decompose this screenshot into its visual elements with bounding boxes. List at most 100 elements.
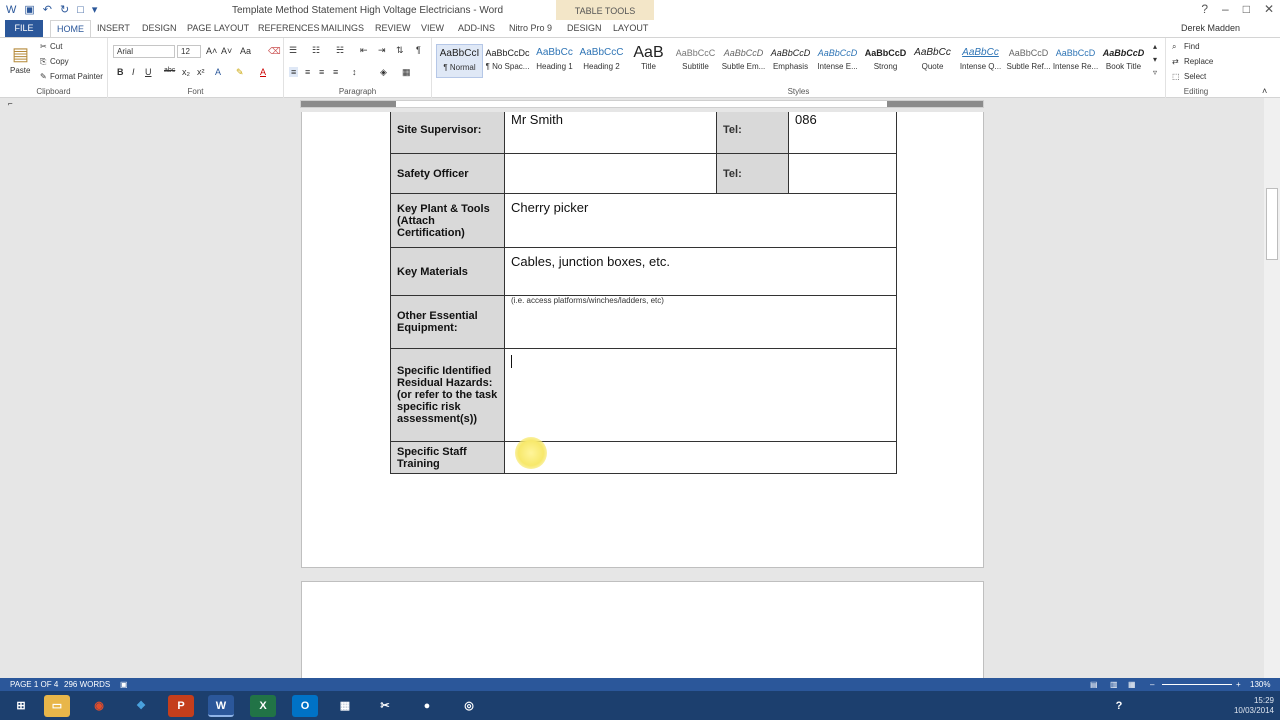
vertical-scrollbar[interactable] xyxy=(1264,98,1280,678)
show-marks-icon[interactable]: ¶ xyxy=(416,45,421,55)
grow-font-icon[interactable]: A˄ xyxy=(206,46,217,56)
find-icon[interactable]: ⌕ xyxy=(1172,42,1176,52)
dropbox-icon[interactable]: ❖ xyxy=(128,695,154,717)
style-normal[interactable]: AaBbCcI ¶ Normal xyxy=(436,44,483,78)
borders-icon[interactable]: ▦ xyxy=(402,67,411,78)
copy-button[interactable]: Copy xyxy=(50,57,69,66)
word-taskbar-icon[interactable]: W xyxy=(208,695,234,717)
select-button[interactable]: Select xyxy=(1184,72,1206,81)
redo-icon[interactable]: ↻ xyxy=(60,3,69,16)
scrollbar-thumb[interactable] xyxy=(1266,188,1278,260)
customize-qat-icon[interactable]: ▾ xyxy=(92,3,98,16)
text-effects-icon[interactable]: A xyxy=(215,67,221,77)
strikethrough-icon[interactable]: abc xyxy=(164,67,175,74)
justify-icon[interactable]: ≡ xyxy=(333,67,338,77)
select-icon[interactable]: ⬚ xyxy=(1172,72,1180,81)
style-subtle-emphasis[interactable]: AaBbCcD Subtle Em... xyxy=(720,44,767,78)
tab-nitro[interactable]: Nitro Pro 9 xyxy=(509,20,552,37)
zoom-slider[interactable] xyxy=(1162,684,1232,685)
recorder-icon[interactable]: ● xyxy=(414,695,440,717)
print-layout-icon[interactable]: ▥ xyxy=(1110,680,1118,689)
key-materials-cell[interactable]: Cables, junction boxes, etc. xyxy=(504,247,897,296)
tab-file[interactable]: FILE xyxy=(5,20,43,37)
other-equipment-cell[interactable]: (i.e. access platforms/winches/ladders, … xyxy=(504,295,897,349)
superscript-icon[interactable]: x² xyxy=(197,67,205,77)
italic-icon[interactable]: I xyxy=(132,67,135,77)
close-icon[interactable]: ✕ xyxy=(1264,2,1274,16)
outlook-icon[interactable]: O xyxy=(292,695,318,717)
font-size-combo[interactable]: 12 xyxy=(177,45,201,58)
tab-home[interactable]: HOME xyxy=(50,20,91,37)
zoom-level[interactable]: 130% xyxy=(1250,680,1270,689)
style-subtle-reference[interactable]: AaBbCcD Subtle Ref... xyxy=(1005,44,1052,78)
copy-icon[interactable]: ⎘ xyxy=(40,57,46,67)
tab-page-layout[interactable]: PAGE LAYOUT xyxy=(187,20,249,37)
tab-insert[interactable]: INSERT xyxy=(97,20,130,37)
underline-icon[interactable]: U xyxy=(145,67,152,77)
tab-review[interactable]: REVIEW xyxy=(375,20,411,37)
site-supervisor-tel-cell[interactable]: 086 xyxy=(788,112,897,154)
hazards-cell[interactable] xyxy=(504,348,897,442)
start-icon[interactable]: ⊞ xyxy=(8,695,34,717)
new-doc-icon[interactable]: □ xyxy=(77,4,84,16)
minimize-icon[interactable]: – xyxy=(1222,2,1229,16)
web-layout-icon[interactable]: ▦ xyxy=(1128,680,1136,689)
file-explorer-icon[interactable]: ▭ xyxy=(44,695,70,717)
style-book-title[interactable]: AaBbCcD Book Title xyxy=(1100,44,1147,78)
save-icon[interactable]: ▣ xyxy=(24,3,34,16)
tab-design[interactable]: DESIGN xyxy=(142,20,177,37)
excel-icon[interactable]: X xyxy=(250,695,276,717)
sort-icon[interactable]: ⇅ xyxy=(396,45,404,56)
undo-icon[interactable]: ↶ xyxy=(43,3,52,16)
format-painter-icon[interactable]: ✎ xyxy=(40,72,47,81)
shrink-font-icon[interactable]: A˅ xyxy=(221,46,232,56)
safety-officer-tel-cell[interactable] xyxy=(788,153,897,194)
media-icon[interactable]: ◎ xyxy=(456,695,482,717)
style-intense-quote[interactable]: AaBbCc Intense Q... xyxy=(957,44,1004,78)
font-color-icon[interactable]: A xyxy=(260,67,266,77)
tab-add-ins[interactable]: ADD-INS xyxy=(458,20,495,37)
replace-icon[interactable]: ⇄ xyxy=(1172,57,1179,66)
user-name[interactable]: Derek Madden xyxy=(1181,23,1240,33)
cut-icon[interactable]: ✂ xyxy=(40,42,47,51)
help-icon[interactable]: ? xyxy=(1201,2,1208,16)
word-count[interactable]: 296 WORDS xyxy=(64,680,110,689)
help-tray-icon[interactable]: ? xyxy=(1106,695,1132,717)
decrease-indent-icon[interactable]: ⇤ xyxy=(360,45,368,56)
style-subtitle[interactable]: AaBbCcC Subtitle xyxy=(672,44,719,78)
line-spacing-icon[interactable]: ↕ xyxy=(352,67,357,77)
styles-scroll-down-icon[interactable]: ▾ xyxy=(1153,55,1157,64)
staff-training-cell[interactable] xyxy=(504,441,897,474)
style-strong[interactable]: AaBbCcD Strong xyxy=(862,44,909,78)
style-no-spacing[interactable]: AaBbCcDc ¶ No Spac... xyxy=(484,44,531,78)
paste-icon[interactable]: ▤ xyxy=(12,44,29,65)
replace-button[interactable]: Replace xyxy=(1184,57,1213,66)
style-title[interactable]: AaB Title xyxy=(625,44,672,78)
bullets-icon[interactable]: ☰ xyxy=(289,45,297,56)
zoom-in-icon[interactable]: + xyxy=(1236,680,1241,689)
styles-more-icon[interactable]: ▿ xyxy=(1153,68,1157,77)
tab-table-layout[interactable]: LAYOUT xyxy=(613,20,648,37)
proofing-icon[interactable]: ▣ xyxy=(120,680,128,689)
style-quote[interactable]: AaBbCc Quote xyxy=(909,44,956,78)
site-supervisor-cell[interactable]: Mr Smith xyxy=(504,112,717,154)
page-count[interactable]: PAGE 1 OF 4 xyxy=(10,680,58,689)
numbering-icon[interactable]: ☷ xyxy=(312,45,320,56)
powerpoint-icon[interactable]: P xyxy=(168,695,194,717)
clear-formatting-icon[interactable]: ⌫ xyxy=(268,46,281,57)
style-intense-emphasis[interactable]: AaBbCcD Intense E... xyxy=(814,44,861,78)
key-plant-cell[interactable]: Cherry picker xyxy=(504,193,897,248)
system-tray[interactable]: 15:29 10/03/2014 xyxy=(1234,696,1274,716)
snipping-tool-icon[interactable]: ✂ xyxy=(372,695,398,717)
restore-icon[interactable]: □ xyxy=(1243,2,1250,16)
styles-scroll-up-icon[interactable]: ▴ xyxy=(1153,42,1157,51)
subscript-icon[interactable]: x₂ xyxy=(182,67,190,77)
tab-table-design[interactable]: DESIGN xyxy=(567,20,602,37)
calculator-icon[interactable]: ▦ xyxy=(332,695,358,717)
safety-officer-cell[interactable] xyxy=(504,153,717,194)
style-heading-2[interactable]: AaBbCcC Heading 2 xyxy=(578,44,625,78)
horizontal-ruler[interactable] xyxy=(300,100,984,108)
zoom-out-icon[interactable]: – xyxy=(1150,680,1154,689)
tab-view[interactable]: VIEW xyxy=(421,20,444,37)
align-center-icon[interactable]: ≡ xyxy=(305,67,310,77)
